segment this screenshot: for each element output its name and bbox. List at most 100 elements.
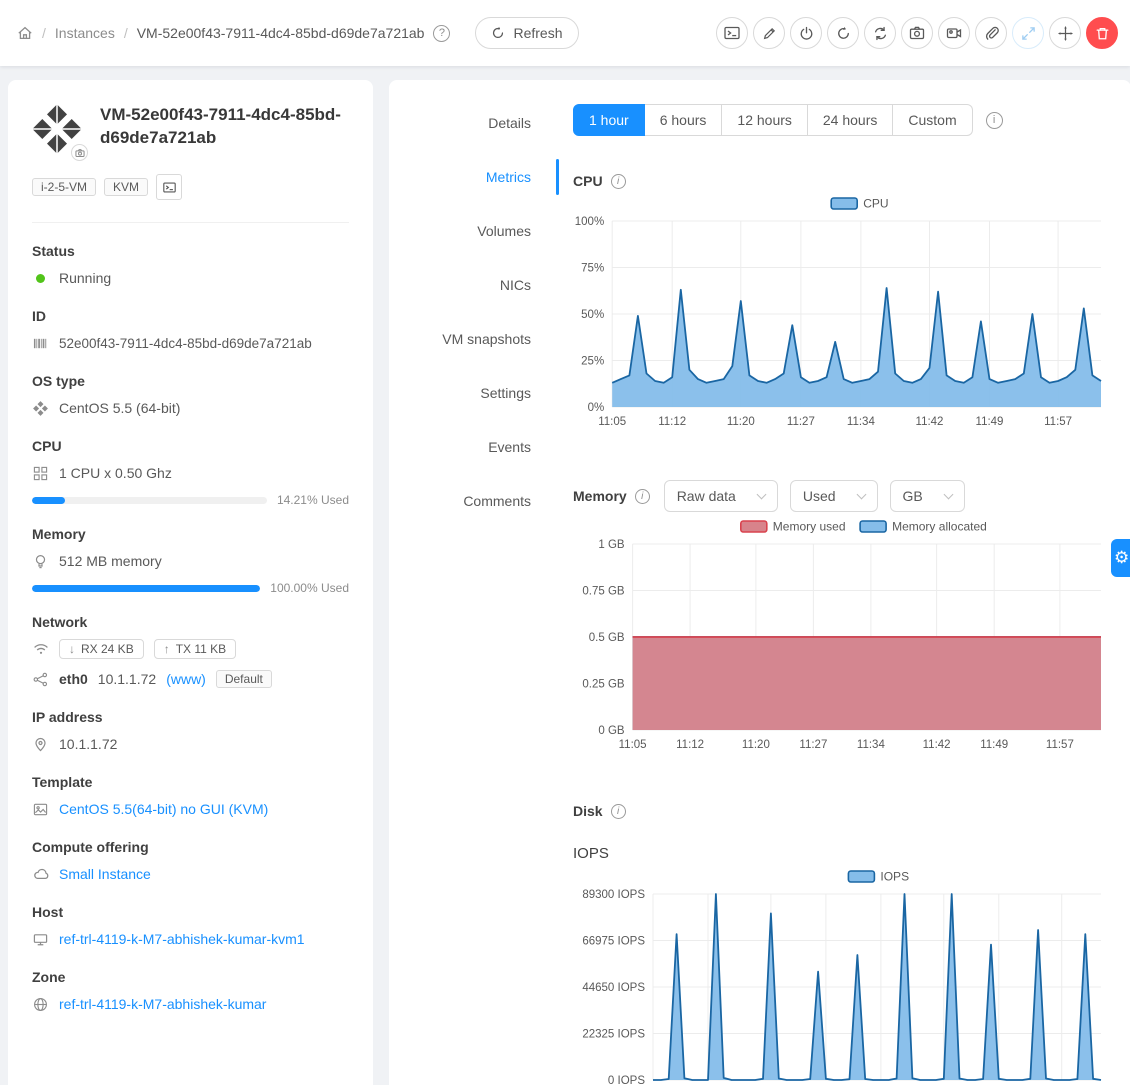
destroy-instance-button[interactable] <box>1086 17 1118 49</box>
reboot-instance-button[interactable] <box>827 17 859 49</box>
vertical-tabs: DetailsMetricsVolumesNICsVM snapshotsSet… <box>389 80 559 1085</box>
home-icon[interactable] <box>16 25 33 42</box>
compute-offering-section: Compute offering Small Instance <box>32 839 349 885</box>
tx-button[interactable]: ↑ TX 11 KB <box>154 639 236 659</box>
terminal-icon <box>724 25 740 41</box>
metrics-help-icon[interactable]: i <box>986 112 1003 129</box>
power-icon <box>799 26 814 41</box>
svg-text:11:42: 11:42 <box>916 416 944 428</box>
host-monitor-icon <box>32 931 49 948</box>
svg-text:22325 IOPS: 22325 IOPS <box>582 1029 645 1041</box>
attach-iso-button[interactable] <box>975 17 1007 49</box>
os-section: OS type CentOS 5.5 (64-bit) <box>32 373 349 419</box>
tab-vm-snapshots[interactable]: VM snapshots <box>389 312 559 366</box>
ip-section: IP address 10.1.1.72 <box>32 709 349 755</box>
cpu-value: 1 CPU x 0.50 Ghz <box>59 465 172 481</box>
scale-icon <box>1058 26 1073 41</box>
range-custom[interactable]: Custom <box>893 104 972 136</box>
data-mode-value: Raw data <box>677 488 736 504</box>
compute-offering-label: Compute offering <box>32 839 349 855</box>
theme-settings-button[interactable]: ⚙ <box>1111 539 1130 577</box>
breadcrumb-instances[interactable]: Instances <box>55 25 115 41</box>
range-1-hour[interactable]: 1 hour <box>573 104 645 136</box>
tab-comments[interactable]: Comments <box>389 474 559 528</box>
tab-nics[interactable]: NICs <box>389 258 559 312</box>
instance-tags: i-2-5-VM KVM <box>32 174 349 200</box>
metrics-panel: 1 hour6 hours12 hours24 hoursCustom i CP… <box>559 80 1130 1085</box>
os-value: CentOS 5.5 (64-bit) <box>59 400 180 416</box>
range-24-hours[interactable]: 24 hours <box>808 104 893 136</box>
tab-metrics[interactable]: Metrics <box>389 150 559 204</box>
rx-button[interactable]: ↓ RX 24 KB <box>59 639 144 659</box>
docs-help-icon[interactable]: ? <box>433 25 450 42</box>
scale-vm-button[interactable] <box>1049 17 1081 49</box>
disk-info-icon[interactable]: i <box>611 804 626 819</box>
barcode-icon <box>32 335 49 352</box>
refresh-icon <box>491 26 505 40</box>
id-section: ID 52e00f43-7911-4dc4-85bd-d69de7a721ab <box>32 308 349 354</box>
svg-text:11:27: 11:27 <box>787 416 815 428</box>
reboot-icon <box>836 26 851 41</box>
memory-metric-header: Memory i Raw data Used GB <box>573 480 1111 512</box>
reinstall-instance-button[interactable] <box>864 17 896 49</box>
tab-events[interactable]: Events <box>389 420 559 474</box>
memory-metric-title: Memory <box>573 488 627 504</box>
network-link[interactable]: (www) <box>166 671 206 687</box>
tab-volumes[interactable]: Volumes <box>389 204 559 258</box>
console-tag-button[interactable] <box>156 174 182 200</box>
top-bar: / Instances / VM-52e00f43-7911-4dc4-85bd… <box>0 0 1130 66</box>
migrate-icon <box>1021 26 1036 41</box>
cpu-metric-title: CPU <box>573 173 603 189</box>
tab-settings[interactable]: Settings <box>389 366 559 420</box>
stop-instance-button[interactable] <box>790 17 822 49</box>
instance-detail-card: DetailsMetricsVolumesNICsVM snapshotsSet… <box>389 80 1130 1085</box>
svg-text:0%: 0% <box>588 402 605 414</box>
range-6-hours[interactable]: 6 hours <box>645 104 723 136</box>
chevron-down-icon <box>856 489 866 499</box>
breadcrumb-separator: / <box>124 25 128 41</box>
range-12-hours[interactable]: 12 hours <box>722 104 807 136</box>
status-label: Status <box>32 243 349 259</box>
disk-metric-header: Disk i <box>573 803 1111 819</box>
svg-text:0.25 GB: 0.25 GB <box>582 679 625 691</box>
cpu-section: CPU 1 CPU x 0.50 Ghz 14.21% Used <box>32 438 349 507</box>
hypervisor-tag: KVM <box>104 178 148 196</box>
template-section: Template CentOS 5.5(64-bit) no GUI (KVM) <box>32 774 349 820</box>
camera-icon <box>909 25 925 41</box>
refresh-label: Refresh <box>513 25 562 41</box>
svg-text:11:20: 11:20 <box>742 739 770 751</box>
pin-icon <box>32 736 49 753</box>
svg-text:11:57: 11:57 <box>1044 416 1072 428</box>
unit-select[interactable]: GB <box>890 480 965 512</box>
cloud-icon <box>32 866 49 883</box>
os-logo <box>32 104 82 154</box>
svg-text:0.75 GB: 0.75 GB <box>582 586 625 598</box>
tx-value: TX 11 KB <box>176 642 226 656</box>
sync-icon <box>873 26 888 41</box>
os-icon <box>32 400 49 417</box>
svg-text:0.5 GB: 0.5 GB <box>589 632 625 644</box>
cpu-info-icon[interactable]: i <box>611 174 626 189</box>
take-vm-snapshot-button[interactable] <box>938 17 970 49</box>
camera-badge-icon <box>71 144 88 161</box>
network-section: Network ↓ RX 24 KB ↑ TX 11 KB <box>32 614 349 690</box>
memory-progress-fill <box>32 585 260 592</box>
template-link[interactable]: CentOS 5.5(64-bit) no GUI (KVM) <box>59 801 268 817</box>
iops-label: IOPS <box>573 845 1111 862</box>
svg-text:11:57: 11:57 <box>1046 739 1074 751</box>
console-button[interactable] <box>716 17 748 49</box>
camcorder-icon <box>946 25 962 41</box>
data-mode-select[interactable]: Raw data <box>664 480 778 512</box>
compute-offering-link[interactable]: Small Instance <box>59 866 151 882</box>
take-snapshot-button[interactable] <box>901 17 933 49</box>
migrate-instance-button[interactable] <box>1012 17 1044 49</box>
memory-info-icon[interactable]: i <box>635 489 650 504</box>
memory-used-text: 100.00% Used <box>270 581 349 595</box>
refresh-button[interactable]: Refresh <box>475 17 578 49</box>
used-allocated-select[interactable]: Used <box>790 480 878 512</box>
tab-details[interactable]: Details <box>389 96 559 150</box>
host-link[interactable]: ref-trl-4119-k-M7-abhishek-kumar-kvm1 <box>59 931 305 947</box>
network-label: Network <box>32 614 349 630</box>
edit-button[interactable] <box>753 17 785 49</box>
zone-link[interactable]: ref-trl-4119-k-M7-abhishek-kumar <box>59 996 266 1012</box>
